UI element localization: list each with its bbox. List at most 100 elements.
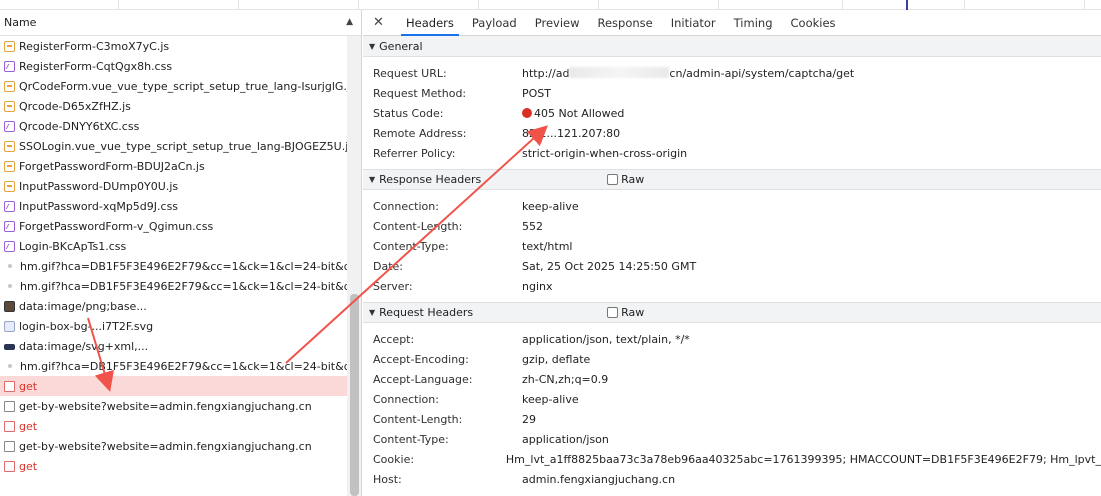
response-headers-section-header[interactable]: ▼ Response Headers Raw xyxy=(363,169,1101,190)
tab-payload[interactable]: Payload xyxy=(463,10,526,35)
request-row[interactable]: RegisterForm-CqtQgx8h.css xyxy=(0,56,347,76)
request-row[interactable]: QrCodeForm.vue_vue_type_script_setup_tru… xyxy=(0,76,347,96)
caret-down-icon[interactable]: ▼ xyxy=(369,175,375,184)
raw-label: Raw xyxy=(621,173,645,186)
request-row[interactable]: get xyxy=(0,416,347,436)
header-row: Content-Type: application/json xyxy=(363,429,1101,449)
request-row[interactable]: get xyxy=(0,376,347,396)
script-file-icon xyxy=(4,40,15,52)
caret-down-icon[interactable]: ▼ xyxy=(369,308,375,317)
value-text: Hm_lvt_a1ff8825baa73c3a78eb96aa40325abc=… xyxy=(505,452,1101,466)
stylesheet-file-icon xyxy=(4,220,15,232)
header-key: Content-Length: xyxy=(373,412,463,426)
script-file-icon xyxy=(4,160,15,172)
tab-cookies[interactable]: Cookies xyxy=(782,10,845,35)
request-row[interactable]: InputPassword-xqMp5d9J.css xyxy=(0,196,347,216)
value-text: application/json xyxy=(522,432,609,446)
close-icon[interactable]: ✕ xyxy=(373,10,391,35)
request-row[interactable]: hm.gif?hca=DB1F5F3E496E2F79&cc=1&ck=1&cl… xyxy=(0,256,347,276)
request-row[interactable]: InputPassword-DUmp0Y0U.js xyxy=(0,176,347,196)
tab-preview[interactable]: Preview xyxy=(526,10,589,35)
request-row[interactable]: data:image/png;base... xyxy=(0,296,347,316)
request-row[interactable]: hm.gif?hca=DB1F5F3E496E2F79&cc=1&ck=1&cl… xyxy=(0,356,347,376)
request-name: QrCodeForm.vue_vue_type_script_setup_tru… xyxy=(19,79,347,93)
request-name: get xyxy=(19,379,38,393)
request-row[interactable]: get-by-website?website=admin.fengxiangju… xyxy=(0,436,347,456)
header-value[interactable]: application/json xyxy=(522,433,609,446)
header-value[interactable]: keep-alive xyxy=(522,393,579,406)
header-row: Connection: keep-alive xyxy=(363,389,1101,409)
request-row[interactable]: ForgetPasswordForm-v_Qgimun.css xyxy=(0,216,347,236)
general-section-header[interactable]: ▼ General xyxy=(363,36,1101,57)
header-row: Server: nginx xyxy=(363,276,1101,296)
header-row: Accept-Language: zh-CN,zh;q=0.9 xyxy=(363,369,1101,389)
name-column-label: Name xyxy=(4,16,37,29)
tab-timing[interactable]: Timing xyxy=(725,10,782,35)
header-value[interactable]: admin.fengxiangjuchang.cn xyxy=(522,473,675,486)
header-row: Connection: keep-alive xyxy=(363,196,1101,216)
request-row[interactable]: Qrcode-DNYY6tXC.css xyxy=(0,116,347,136)
fetch-request-icon xyxy=(4,400,15,412)
request-headers-title: Request Headers xyxy=(379,306,474,319)
raw-checkbox[interactable] xyxy=(607,307,619,318)
request-row[interactable]: Qrcode-D65xZfHZ.js xyxy=(0,96,347,116)
value-text: 29 xyxy=(522,412,536,426)
header-value[interactable]: 552 xyxy=(522,220,543,233)
request-list-scrollbar[interactable] xyxy=(347,36,361,496)
request-row[interactable]: ForgetPasswordForm-BDUJ2aCn.js xyxy=(0,156,347,176)
gif-dot-icon xyxy=(8,264,12,268)
header-key: Date: xyxy=(373,259,403,273)
stylesheet-file-icon xyxy=(4,60,15,72)
request-headers-section-header[interactable]: ▼ Request Headers Raw xyxy=(363,302,1101,323)
value-text: admin.fengxiangjuchang.cn xyxy=(522,472,676,486)
tab-response[interactable]: Response xyxy=(589,10,662,35)
response-raw-toggle[interactable]: Raw xyxy=(607,173,644,186)
request-name: RegisterForm-C3moX7yC.js xyxy=(19,39,170,53)
request-row[interactable]: RegisterForm-C3moX7yC.js xyxy=(0,36,347,56)
header-value[interactable]: 29 xyxy=(522,413,536,426)
header-key: Status Code: xyxy=(373,106,444,120)
request-row[interactable]: Login-BKcApTs1.css xyxy=(0,236,347,256)
scrollbar-thumb[interactable] xyxy=(350,294,359,496)
name-column-header[interactable]: Name ▲ xyxy=(0,10,361,36)
request-row[interactable]: data:image/svg+xml,... xyxy=(0,336,347,356)
header-value[interactable]: nginx xyxy=(522,280,553,293)
header-value[interactable]: zh-CN,zh;q=0.9 xyxy=(522,373,608,386)
header-key: Accept-Language: xyxy=(373,372,473,386)
header-value[interactable]: http://ad cn/admin-api/system/captcha/get xyxy=(522,66,854,80)
header-value[interactable]: 405 Not Allowed xyxy=(522,107,624,120)
header-value[interactable]: text/html xyxy=(522,240,572,253)
stylesheet-file-icon xyxy=(4,200,15,212)
tab-initiator[interactable]: Initiator xyxy=(662,10,725,35)
sort-up-icon[interactable]: ▲ xyxy=(346,17,353,27)
request-row[interactable]: SSOLogin.vue_vue_type_script_setup_true_… xyxy=(0,136,347,156)
tab-headers[interactable]: Headers xyxy=(397,10,463,36)
value-text: strict-origin-when-cross-origin xyxy=(522,146,688,160)
header-value[interactable]: application/json, text/plain, */* xyxy=(522,333,690,346)
request-row[interactable]: hm.gif?hca=DB1F5F3E496E2F79&cc=1&ck=1&cl… xyxy=(0,276,347,296)
caret-down-icon[interactable]: ▼ xyxy=(369,42,375,51)
header-value[interactable]: 82.1...121.207:80 xyxy=(522,127,620,140)
header-row: Host: admin.fengxiangjuchang.cn xyxy=(363,469,1101,489)
header-value[interactable]: keep-alive xyxy=(522,200,579,213)
raw-checkbox[interactable] xyxy=(607,174,619,185)
request-row[interactable]: get xyxy=(0,456,347,476)
value-text: keep-alive xyxy=(522,199,579,213)
request-name: ForgetPasswordForm-BDUJ2aCn.js xyxy=(19,159,205,173)
request-raw-toggle[interactable]: Raw xyxy=(607,306,644,319)
header-value[interactable]: Sat, 25 Oct 2025 14:25:50 GMT xyxy=(522,260,696,273)
header-value[interactable]: Hm_lvt_a1ff8825baa73c3a78eb96aa40325abc=… xyxy=(506,453,1101,466)
fetch-request-icon xyxy=(4,440,15,452)
header-value[interactable]: strict-origin-when-cross-origin xyxy=(522,147,687,160)
header-value[interactable]: gzip, deflate xyxy=(522,353,590,366)
request-name: RegisterForm-CqtQgx8h.css xyxy=(19,59,173,73)
general-section-title: General xyxy=(379,39,423,53)
request-name: hm.gif?hca=DB1F5F3E496E2F79&cc=1&ck=1&cl… xyxy=(20,359,347,373)
header-key: Cookie: xyxy=(373,452,415,466)
header-value[interactable]: POST xyxy=(522,87,551,100)
request-row[interactable]: get-by-website?website=admin.fengxiangju… xyxy=(0,396,347,416)
request-name: get-by-website?website=admin.fengxiangju… xyxy=(19,399,312,413)
request-row[interactable]: login-box-bg-...i7T2F.svg xyxy=(0,316,347,336)
header-key: Connection: xyxy=(373,392,439,406)
response-headers-title: Response Headers xyxy=(379,173,482,186)
